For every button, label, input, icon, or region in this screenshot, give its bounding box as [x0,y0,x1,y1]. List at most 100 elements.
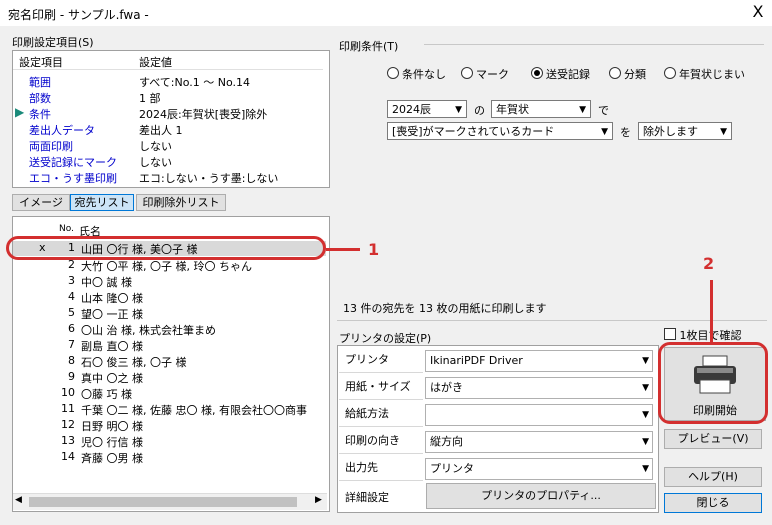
mark-condition-select[interactable]: [喪受]がマークされているカード ▼ [387,122,613,140]
list-no: 6 [68,322,75,335]
first-page-check[interactable]: 1枚目で確認 [664,327,742,343]
grid-row-paper[interactable]: 用紙・サイズ はがき ▼ [339,374,655,400]
list-no: 10 [61,386,75,399]
settings-row-selected[interactable]: ▶ 条件 2024辰:年賀状[喪受]除外 [13,105,323,121]
settings-value: 1 部 [139,92,161,105]
list-no: 4 [68,290,75,303]
list-no: 14 [61,450,75,463]
summary-text: 13 件の宛先を 13 枚の用紙に印刷します [343,302,547,315]
settings-item: 範囲 [29,76,51,89]
printer-settings-label: プリンタの設定(P) [339,332,432,345]
list-name: 日野 明〇 様 [81,420,143,433]
list-item[interactable]: 13 児〇 行信 様 [13,434,326,449]
settings-item: エコ・うす墨印刷 [29,172,117,185]
list-col-no: No. [59,224,74,234]
settings-item: 差出人データ [29,124,95,137]
settings-col-item: 設定項目 [19,56,63,69]
list-no: 12 [61,418,75,431]
scroll-left-icon[interactable]: ◀ [15,495,22,505]
kind-select[interactable]: 年賀状 ▼ [491,100,591,118]
settings-value: エコ:しない・うす墨:しない [139,172,279,185]
address-list[interactable]: No. 氏名 x 1 山田 〇行 様, 美〇子 様 2 大竹 〇平 様, 〇子 様… [12,216,330,512]
settings-value: 差出人 1 [139,124,183,137]
detail-settings-label: 詳細設定 [345,491,389,504]
list-item[interactable]: 5 望〇 一正 様 [13,306,326,321]
settings-item: 部数 [29,92,51,105]
radio-mark[interactable]: マーク [461,66,509,82]
tab-exclude-list[interactable]: 印刷除外リスト [136,194,226,211]
list-item[interactable]: 3 中〇 誠 様 [13,274,326,289]
list-name: 真中 〇之 様 [81,372,143,385]
list-name: 千葉 〇二 様, 佐藤 忠〇 様, 有限会社〇〇商事 [81,404,307,417]
label-wo: を [620,126,631,139]
list-name: 山本 隆〇 様 [81,292,143,305]
list-item[interactable]: 9 真中 〇之 様 [13,370,326,385]
list-h-scrollbar[interactable]: ◀ ▶ [13,493,327,510]
tab-address-list[interactable]: 宛先リスト [70,194,134,211]
scroll-thumb[interactable] [29,497,297,507]
tab-image[interactable]: イメージ [12,194,70,211]
list-name: 副島 直〇 様 [81,340,143,353]
annotation-line-2 [710,280,713,342]
list-item[interactable]: 14 斉藤 〇男 様 [13,450,326,465]
list-name: 望〇 一正 様 [81,308,143,321]
radio-category[interactable]: 分類 [609,66,646,82]
list-item[interactable]: 10 〇藤 巧 様 [13,386,326,401]
scroll-right-icon[interactable]: ▶ [315,495,322,505]
settings-row[interactable]: 部数 1 部 [13,89,323,105]
annotation-number-1: 1 [368,240,380,259]
settings-value: 2024辰:年賀状[喪受]除外 [139,108,268,121]
list-name: 石〇 俊三 様, 〇子 様 [81,356,187,369]
grid-row-printer[interactable]: プリンタ IkinariPDF Driver ▼ [339,347,655,373]
divider [337,320,767,321]
settings-row[interactable]: 差出人データ 差出人 1 [13,121,323,137]
printer-properties-button[interactable]: プリンタのプロパティ... [426,483,656,509]
list-item[interactable]: 2 大竹 〇平 様, 〇子 様, 玲〇 ちゃん [13,258,326,273]
settings-value: しない [139,140,172,153]
list-item[interactable]: 12 日野 明〇 様 [13,418,326,433]
current-row-arrow-icon: ▶ [15,105,25,119]
annotation-highlight-1 [6,236,326,260]
close-icon[interactable]: X [748,2,768,21]
grid-row-feed[interactable]: 給紙方法 ▼ [339,401,655,427]
year-select[interactable]: 2024辰 ▼ [387,100,467,118]
settings-row[interactable]: 送受記録にマーク しない [13,153,323,169]
list-item[interactable]: 6 〇山 治 様, 株式会社筆まめ [13,322,326,337]
annotation-highlight-2 [658,342,768,424]
list-no: 5 [68,306,75,319]
list-name: 〇山 治 様, 株式会社筆まめ [81,324,216,337]
radio-new-year-end[interactable]: 年賀状じまい [664,66,745,82]
settings-value: すべて:No.1 ～ No.14 [139,76,251,89]
divider [424,44,764,45]
list-item[interactable]: 11 千葉 〇二 様, 佐藤 忠〇 様, 有限会社〇〇商事 [13,402,326,417]
settings-item: 両面印刷 [29,140,73,153]
annotation-number-2: 2 [703,254,715,273]
settings-col-value: 設定値 [139,56,172,69]
settings-row[interactable]: 両面印刷 しない [13,137,323,153]
radio-no-condition[interactable]: 条件なし [387,66,446,82]
action-select[interactable]: 除外します ▼ [638,122,732,140]
list-name: 大竹 〇平 様, 〇子 様, 玲〇 ちゃん [81,260,252,273]
label-de: で [598,104,609,117]
settings-table[interactable]: 設定項目 設定値 範囲 すべて:No.1 ～ No.14 部数 1 部 ▶ 条件… [12,50,330,188]
settings-row[interactable]: エコ・うす墨印刷 エコ:しない・うす墨:しない [13,169,323,185]
list-no: 7 [68,338,75,351]
grid-row-orientation[interactable]: 印刷の向き 縦方向 ▼ [339,428,655,454]
list-item[interactable]: 7 副島 直〇 様 [13,338,326,353]
close-button[interactable]: 閉じる [664,493,762,513]
list-name: 中〇 誠 様 [81,276,132,289]
list-no: 11 [61,402,75,415]
annotation-line-1 [326,248,360,251]
grid-row-output[interactable]: 出力先 プリンタ ▼ [339,455,655,481]
list-item[interactable]: 8 石〇 俊三 様, 〇子 様 [13,354,326,369]
title-bar: 宛名印刷 - サンプル.fwa - X [0,0,772,26]
help-button[interactable]: ヘルプ(H) [664,467,762,487]
list-name: 児〇 行信 様 [81,436,143,449]
radio-send-receive[interactable]: 送受記録 [531,66,590,82]
list-name: 〇藤 巧 様 [81,388,132,401]
preview-button[interactable]: プレビュー(V) [664,429,762,449]
list-item[interactable]: 4 山本 隆〇 様 [13,290,326,305]
settings-row[interactable]: 範囲 すべて:No.1 ～ No.14 [13,73,323,89]
list-no: 8 [68,354,75,367]
list-name: 斉藤 〇男 様 [81,452,143,465]
